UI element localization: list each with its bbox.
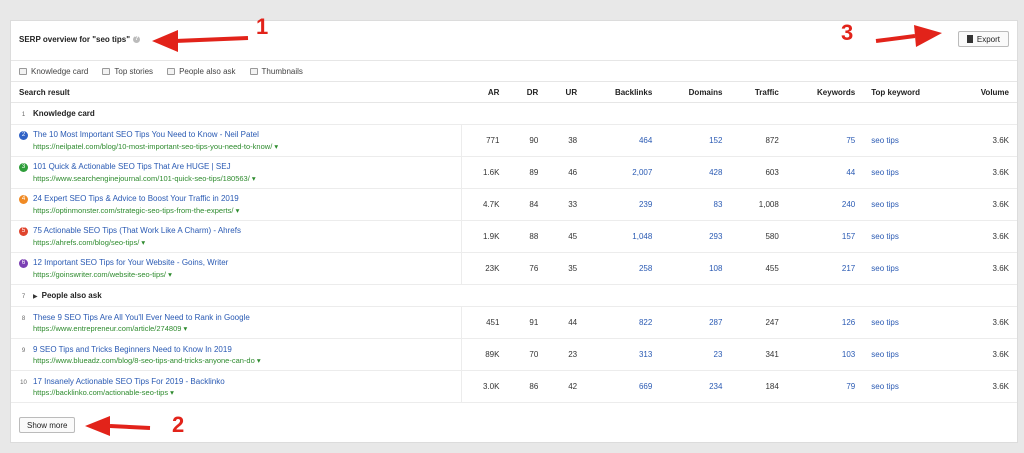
arrow-3-head bbox=[914, 25, 942, 47]
arrow-2-head bbox=[85, 416, 110, 436]
arrow-1-shaft bbox=[174, 36, 249, 43]
annotation-arrows bbox=[85, 25, 942, 436]
arrow-2-shaft bbox=[109, 424, 151, 430]
arrow-1-head bbox=[152, 30, 178, 52]
annotation-number-3: 3 bbox=[841, 20, 854, 45]
annotation-number-1: 1 bbox=[256, 14, 269, 39]
arrow-3-shaft bbox=[875, 34, 916, 43]
annotation-number-2: 2 bbox=[172, 412, 185, 437]
